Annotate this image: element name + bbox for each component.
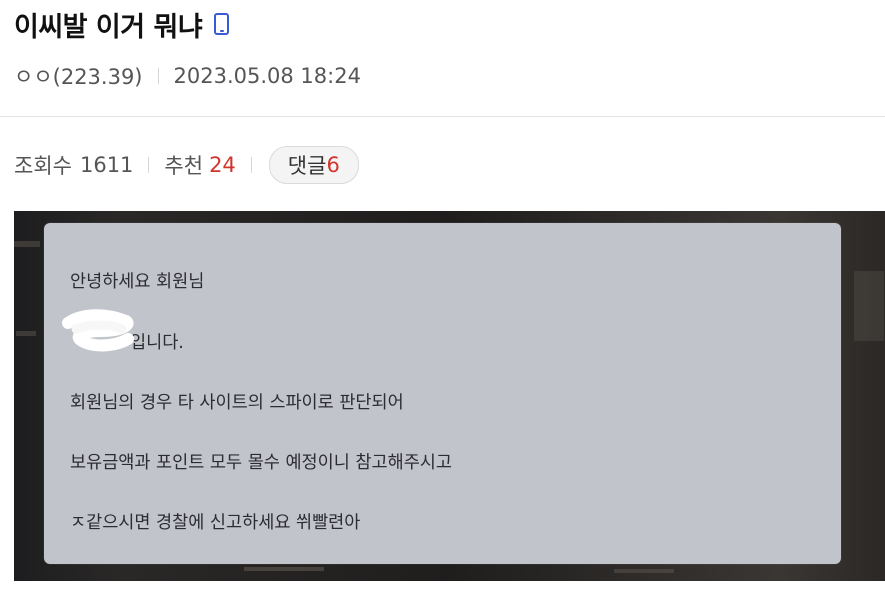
notice-line-sender: 입니다. bbox=[130, 333, 184, 353]
recommend-label: 추천 bbox=[164, 154, 204, 178]
post-image: 안녕하세요 회원님 입니다. 회원님의 경우 타 사이트의 스파이로 판단되어 … bbox=[14, 211, 885, 581]
author-name[interactable]: ㅇㅇ(223.39) bbox=[14, 61, 143, 91]
comment-count: 6 bbox=[326, 153, 340, 177]
recommend-count: 24 bbox=[209, 153, 236, 177]
views-count: 1611 bbox=[79, 153, 134, 177]
post-date: 2023.05.08 18:24 bbox=[173, 64, 361, 88]
post-stats: 조회수 1611 추천 24 댓글 6 bbox=[14, 146, 359, 184]
notice-line-reason: 회원님의 경우 타 사이트의 스파이로 판단되어 bbox=[70, 393, 404, 413]
post-title: 이씨발 이거 뭐냐 bbox=[14, 11, 203, 43]
redaction-scribble bbox=[62, 309, 134, 352]
views-label: 조회수 bbox=[14, 154, 72, 178]
comment-label: 댓글 bbox=[287, 154, 327, 178]
stats-separator bbox=[250, 157, 252, 173]
mobile-phone-icon bbox=[214, 13, 230, 35]
notice-message-box: 안녕하세요 회원님 입니다. 회원님의 경우 타 사이트의 스파이로 판단되어 … bbox=[44, 223, 841, 564]
stats-separator bbox=[148, 157, 150, 173]
notice-line-confiscation: 보유금액과 포인트 모두 몰수 예정이니 참고해주시고 bbox=[70, 453, 453, 473]
post-meta: ㅇㅇ(223.39) 2023.05.08 18:24 bbox=[14, 62, 361, 90]
header-divider bbox=[0, 116, 885, 117]
comment-button[interactable]: 댓글 6 bbox=[268, 146, 359, 184]
meta-separator bbox=[157, 68, 159, 84]
title-row: 이씨발 이거 뭐냐 bbox=[14, 4, 230, 44]
notice-line-greeting: 안녕하세요 회원님 bbox=[70, 272, 205, 292]
notice-line-closing: ㅈ같으시면 경찰에 신고하세요 쒸빨련아 bbox=[70, 513, 361, 533]
